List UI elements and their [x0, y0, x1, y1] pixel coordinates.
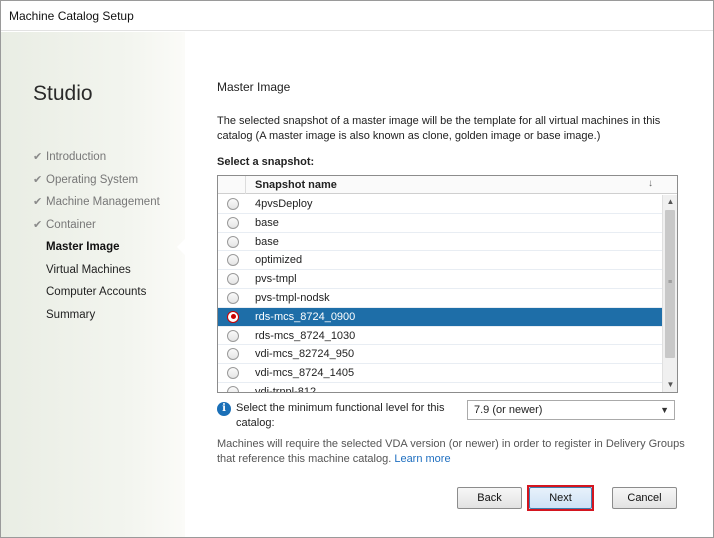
- grid-header: Snapshot name ↓: [218, 176, 677, 194]
- snapshot-radio[interactable]: [227, 216, 239, 229]
- current-step-pointer: [177, 239, 185, 255]
- select-column-header: [218, 176, 246, 194]
- snapshot-select-label: Select a snapshot:: [217, 156, 315, 168]
- snapshot-row[interactable]: optimized: [218, 251, 662, 271]
- checkmark-icon: ✔: [33, 173, 43, 186]
- snapshot-radio[interactable]: [227, 292, 239, 304]
- vda-note-text: Machines will require the selected VDA v…: [217, 438, 685, 465]
- snapshot-radio[interactable]: [227, 235, 239, 248]
- snapshot-row[interactable]: vdi-trnpl-812: [218, 383, 662, 392]
- wizard-step-label: Machine Management: [46, 196, 160, 208]
- window-title: Machine Catalog Setup: [9, 9, 134, 23]
- snapshot-name: base: [255, 216, 279, 229]
- wizard-step-label: Virtual Machines: [46, 263, 131, 276]
- wizard-step-label: Operating System: [46, 173, 139, 186]
- wizard-step: Virtual Machines: [33, 263, 160, 286]
- snapshot-grid[interactable]: Snapshot name ↓ 4pvsDeploy base base optimi…: [217, 175, 678, 393]
- wizard-step-label: Introduction: [46, 151, 107, 163]
- snapshot-name-header[interactable]: Snapshot name: [255, 179, 337, 191]
- title-bar: Machine Catalog Setup: [1, 1, 713, 31]
- snapshot-radio[interactable]: [227, 386, 239, 392]
- wizard-step: Computer Accounts: [33, 285, 160, 308]
- learn-more-link[interactable]: Learn more: [394, 453, 450, 465]
- wizard-step: ✔ Introduction: [33, 150, 160, 173]
- wizard-step-label: Container: [46, 218, 96, 231]
- next-button[interactable]: Next: [529, 487, 592, 509]
- functional-level-dropdown[interactable]: 7.9 (or newer) ▼: [467, 400, 675, 420]
- snapshot-name: pvs-tmpl: [255, 273, 297, 286]
- info-icon: i: [217, 402, 231, 416]
- machine-catalog-setup-window: Machine Catalog Setup Studio ✔ Introducti…: [0, 0, 714, 538]
- app-name: Studio: [33, 82, 93, 105]
- wizard-step-label: Master Image: [46, 241, 120, 253]
- scroll-down-icon[interactable]: ▼: [663, 378, 677, 392]
- snapshot-name: rds-mcs_8724_0900: [255, 310, 356, 323]
- snapshot-radio[interactable]: [227, 329, 239, 342]
- wizard-step: Summary: [33, 308, 160, 331]
- functional-level-value: 7.9 (or newer): [474, 404, 543, 416]
- grid-scrollbar[interactable]: ▲ ≡ ▼: [662, 195, 677, 392]
- snapshot-name: optimized: [255, 254, 303, 267]
- snapshot-row[interactable]: base: [218, 233, 662, 252]
- snapshot-row[interactable]: pvs-tmpl-nodsk: [218, 289, 662, 308]
- sort-arrow-icon[interactable]: ↓: [648, 178, 653, 189]
- page-title: Master Image: [217, 80, 291, 94]
- snapshot-name: 4pvsDeploy: [255, 198, 313, 210]
- wizard-step: ✔ Machine Management: [33, 195, 160, 218]
- page-description: The selected snapshot of a master image …: [217, 115, 661, 142]
- dropdown-arrow-icon[interactable]: ▼: [660, 405, 669, 415]
- snapshot-row[interactable]: rds-mcs_8724_0900: [218, 307, 662, 327]
- wizard-step-label: Summary: [46, 308, 96, 321]
- snapshot-name: vdi-mcs_82724_950: [255, 348, 355, 361]
- main-panel: Master Image The selected snapshot of a …: [186, 32, 713, 537]
- wizard-step: ✔ Container: [33, 218, 160, 241]
- checkmark-icon: ✔: [33, 218, 43, 231]
- wizard-sidebar: Studio ✔ Introduction ✔ Operating System ✔ Ma…: [1, 32, 185, 537]
- back-button[interactable]: Back: [457, 487, 522, 509]
- snapshot-row[interactable]: vdi-mcs_8724_1405: [218, 364, 662, 383]
- snapshot-name: pvs-tmpl-nodsk: [255, 292, 330, 304]
- snapshot-radio[interactable]: [227, 254, 239, 267]
- snapshot-radio[interactable]: [227, 367, 239, 380]
- checkmark-icon: ✔: [33, 196, 43, 208]
- snapshot-row[interactable]: rds-mcs_8724_1030: [218, 327, 662, 346]
- snapshot-row[interactable]: pvs-tmpl: [218, 270, 662, 289]
- cancel-button[interactable]: Cancel: [612, 487, 677, 509]
- snapshot-name: vdi-trnpl-812: [255, 386, 317, 392]
- snapshot-radio[interactable]: [227, 273, 239, 286]
- snapshot-row[interactable]: base: [218, 214, 662, 233]
- snapshot-name: rds-mcs_8724_1030: [255, 329, 356, 342]
- snapshot-name: vdi-mcs_8724_1405: [255, 367, 355, 380]
- snapshot-name: base: [255, 235, 279, 248]
- snapshot-row[interactable]: 4pvsDeploy: [218, 195, 662, 214]
- functional-level-label: Select the minimum functional level for …: [236, 402, 445, 429]
- snapshot-row[interactable]: vdi-mcs_82724_950: [218, 345, 662, 365]
- wizard-step: Master Image: [33, 240, 160, 263]
- wizard-step: ✔ Operating System: [33, 173, 160, 196]
- snapshot-radio[interactable]: [227, 310, 239, 323]
- checkmark-icon: ✔: [33, 151, 43, 163]
- snapshot-radio[interactable]: [227, 198, 239, 210]
- snapshot-rows: 4pvsDeploy base base optimized pvs-tmpl pvs-t…: [218, 195, 662, 392]
- snapshot-radio[interactable]: [227, 348, 239, 361]
- vda-note: Machines will require the selected VDA v…: [217, 437, 687, 467]
- wizard-step-label: Computer Accounts: [46, 286, 147, 298]
- wizard-steps: ✔ Introduction ✔ Operating System ✔ Machine M…: [33, 150, 160, 330]
- scroll-grip-icon: ≡: [667, 279, 673, 286]
- scroll-up-icon[interactable]: ▲: [663, 195, 677, 209]
